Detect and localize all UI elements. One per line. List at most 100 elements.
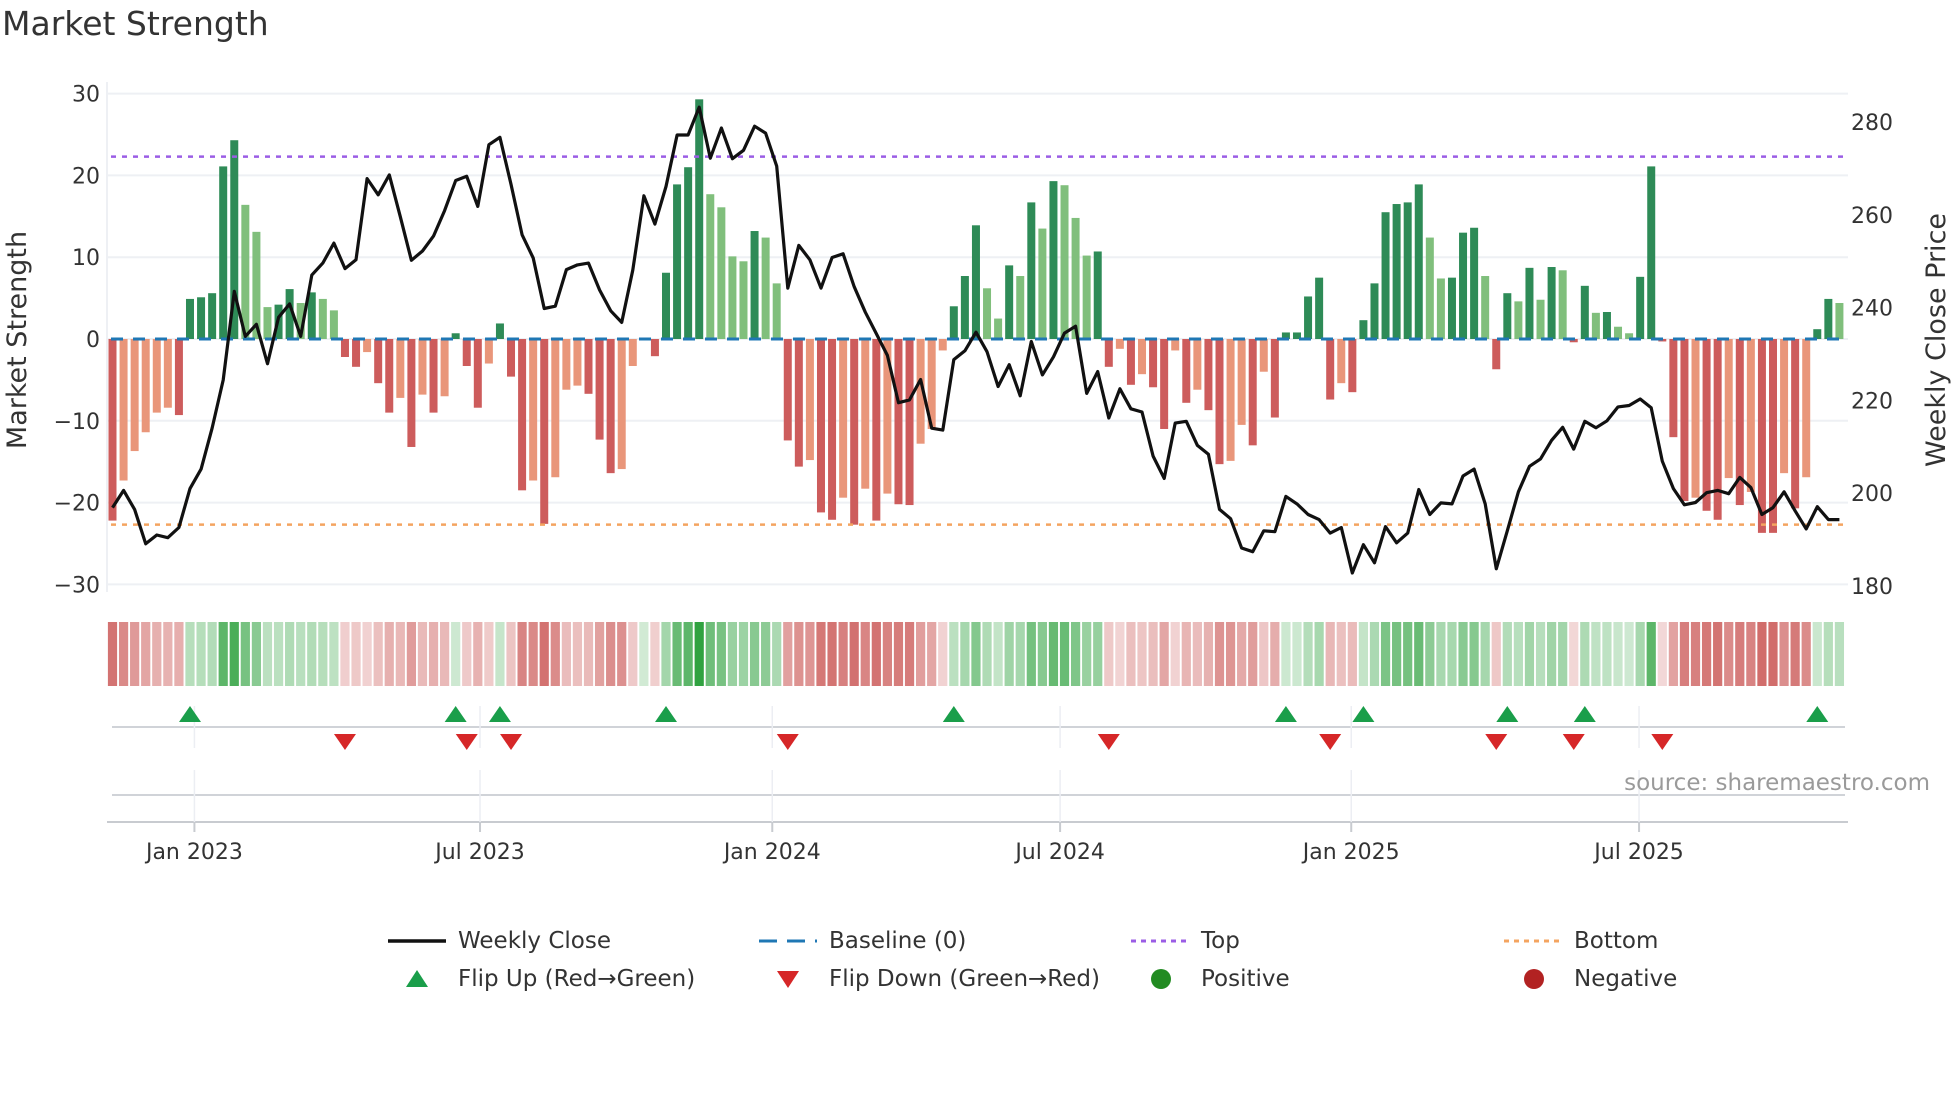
strength-bar [141,339,150,433]
strength-bar [1680,339,1689,501]
strength-bar [440,339,449,397]
heat-cell [1735,622,1745,686]
heat-cell [1513,622,1523,686]
heat-cell [1558,622,1568,686]
y2-tick-label: 260 [1851,204,1893,229]
heat-cell [229,622,239,686]
strength-bar [839,339,848,498]
strength-bar [208,293,217,339]
strength-bar [429,339,438,413]
legend-weekly-close: Weekly Close [388,926,611,956]
strength-bar [1724,339,1733,479]
legend-negative: Negative [1504,964,1677,994]
strength-bar [717,207,726,339]
legend-label: Flip Down (Green→Red) [829,966,1100,992]
heat-cell [1779,622,1789,686]
dotted-line-purple-icon [1131,939,1189,943]
strength-bar [1691,339,1700,498]
strength-bar [418,339,427,395]
strength-bar [507,339,516,377]
heat-cell [1834,622,1845,686]
heat-cell [949,622,959,686]
heat-cell [716,622,726,686]
heat-cell [1580,622,1590,686]
strength-bar [1536,299,1545,339]
strength-bar [495,323,504,339]
strength-bar [573,339,582,386]
heat-cell [307,622,317,686]
strength-bar [684,167,693,339]
dashed-line-icon [759,939,817,943]
heat-cell [1602,622,1612,686]
strength-bar [119,339,128,481]
strength-bar [1126,339,1135,385]
strength-bar [1005,265,1014,339]
heat-cell [1624,622,1634,686]
heat-cell [971,622,981,686]
flip-down-marker [1485,734,1508,750]
strength-bar [363,339,372,353]
heat-cell [606,622,616,686]
heat-cell [296,622,306,686]
legend-top: Top [1131,926,1240,956]
heat-cell [916,622,926,686]
legend-label: Weekly Close [458,928,611,954]
heat-cell [1469,622,1479,686]
heat-cell [1004,622,1014,686]
x-tick-label: Jan 2023 [144,840,243,865]
flip-up-marker [1496,706,1519,722]
strength-bar [1503,293,1512,339]
legend-label: Bottom [1574,928,1659,954]
heat-cell [1126,622,1136,686]
strength-bar [1049,181,1058,339]
heat-cell [1325,622,1335,686]
strength-bar [529,339,538,481]
heat-cell [1192,622,1202,686]
strength-bar [805,339,814,461]
legend-label: Flip Up (Red→Green) [458,966,696,992]
strength-bar [994,318,1003,339]
heat-cell [993,622,1003,686]
y-tick-label: −10 [54,410,100,435]
strength-bar [540,339,549,524]
strength-bar [130,339,139,452]
strength-bar [396,339,405,398]
strength-bar [1802,339,1811,478]
heat-cell [683,622,693,686]
heat-cell [871,622,881,686]
strength-bar [1226,339,1235,461]
strength-bar [1104,339,1113,367]
legend-label: Negative [1574,966,1678,992]
heat-cell [705,622,715,686]
strength-bar [1370,283,1379,339]
heat-cell [749,622,760,686]
strength-bar [329,310,338,339]
heat-cell [805,622,815,686]
heat-cell [141,622,151,686]
heat-cell [1502,622,1512,686]
flip-up-marker [942,706,965,722]
strength-bar [385,339,394,413]
legend-positive: Positive [1131,964,1290,994]
strength-bar [1392,204,1401,339]
strength-bar [794,339,803,467]
y2-tick-label: 180 [1851,575,1893,600]
heat-cell [1724,622,1734,686]
strength-bar [1071,217,1080,339]
solid-line-icon [388,939,446,943]
strength-bar [750,231,759,339]
strength-bar [595,339,604,440]
heat-cell [1591,622,1601,686]
heat-cell [982,622,992,686]
strength-bar [1492,339,1501,370]
heat-cell [1524,622,1535,686]
y-tick-label: 30 [72,83,100,108]
flip-up-marker [488,706,511,722]
heat-cell [838,622,848,686]
heat-cell [1613,622,1623,686]
heat-cell [1380,622,1391,686]
heat-cell [1447,622,1457,686]
heat-cell [727,622,738,686]
strength-bar [1436,278,1445,339]
strength-bar [1481,276,1490,339]
